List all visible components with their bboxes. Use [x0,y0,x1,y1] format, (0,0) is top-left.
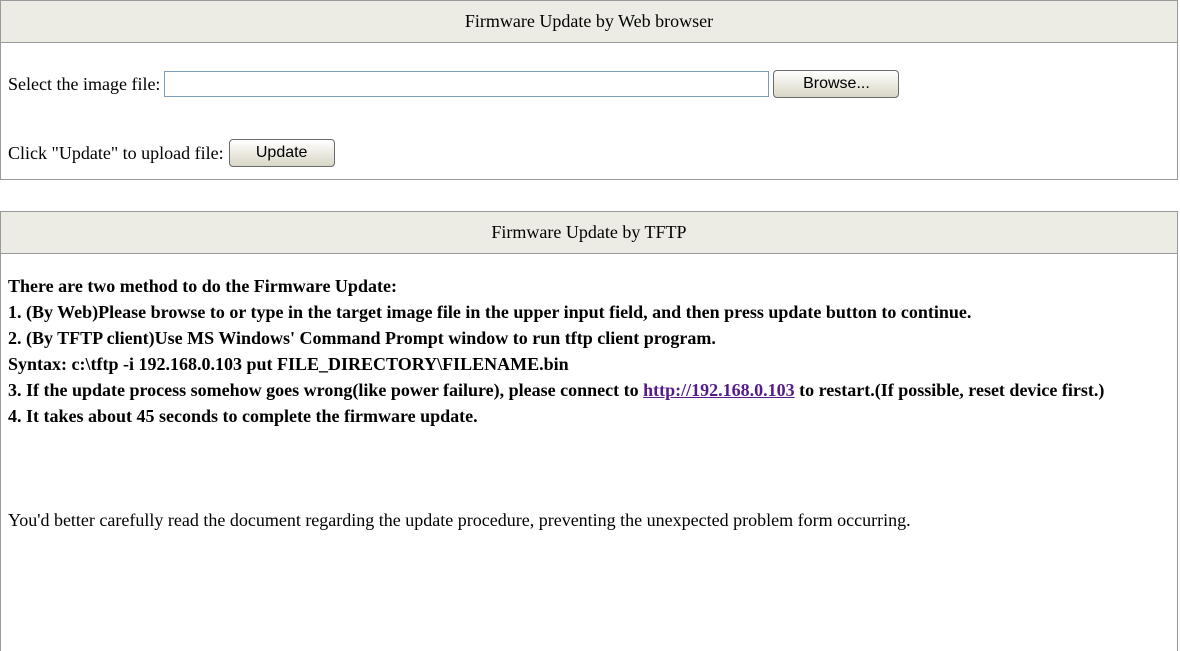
instruction-step-1: 1. (By Web)Please browse to or type in t… [8,302,972,322]
tftp-instructions: There are two method to do the Firmware … [1,254,1177,533]
instruction-step-3: 3. If the update process somehow goes wr… [8,377,1177,403]
instruction-step-4: 4. It takes about 45 seconds to complete… [8,406,478,426]
step-3-text-start: 3. If the update process somehow goes wr… [8,380,644,400]
instruction-step-2: 2. (By TFTP client)Use MS Windows' Comma… [8,328,716,348]
image-file-input[interactable] [164,71,770,97]
instructions-intro: There are two method to do the Firmware … [8,276,397,296]
browse-button[interactable]: Browse... [773,70,900,98]
tftp-update-panel: Firmware Update by TFTP There are two me… [0,211,1178,651]
select-file-label: Select the image file: [8,73,161,94]
update-prompt-label: Click "Update" to upload file: [8,142,224,163]
tftp-syntax: Syntax: c:\tftp -i 192.168.0.103 put FIL… [8,354,569,374]
step-3-text-end: to restart.(If possible, reset device fi… [794,380,1105,400]
device-url-link[interactable]: http://192.168.0.103 [643,380,795,400]
select-file-row: Select the image file: Browse... [8,70,900,98]
web-update-title: Firmware Update by Web browser [1,1,1177,43]
update-row: Click "Update" to upload file: Update [8,139,335,167]
warning-note: You'd better carefully read the document… [8,510,911,530]
tftp-update-title: Firmware Update by TFTP [1,212,1177,254]
web-update-panel: Firmware Update by Web browser Select th… [0,0,1178,180]
update-button[interactable]: Update [228,139,335,167]
